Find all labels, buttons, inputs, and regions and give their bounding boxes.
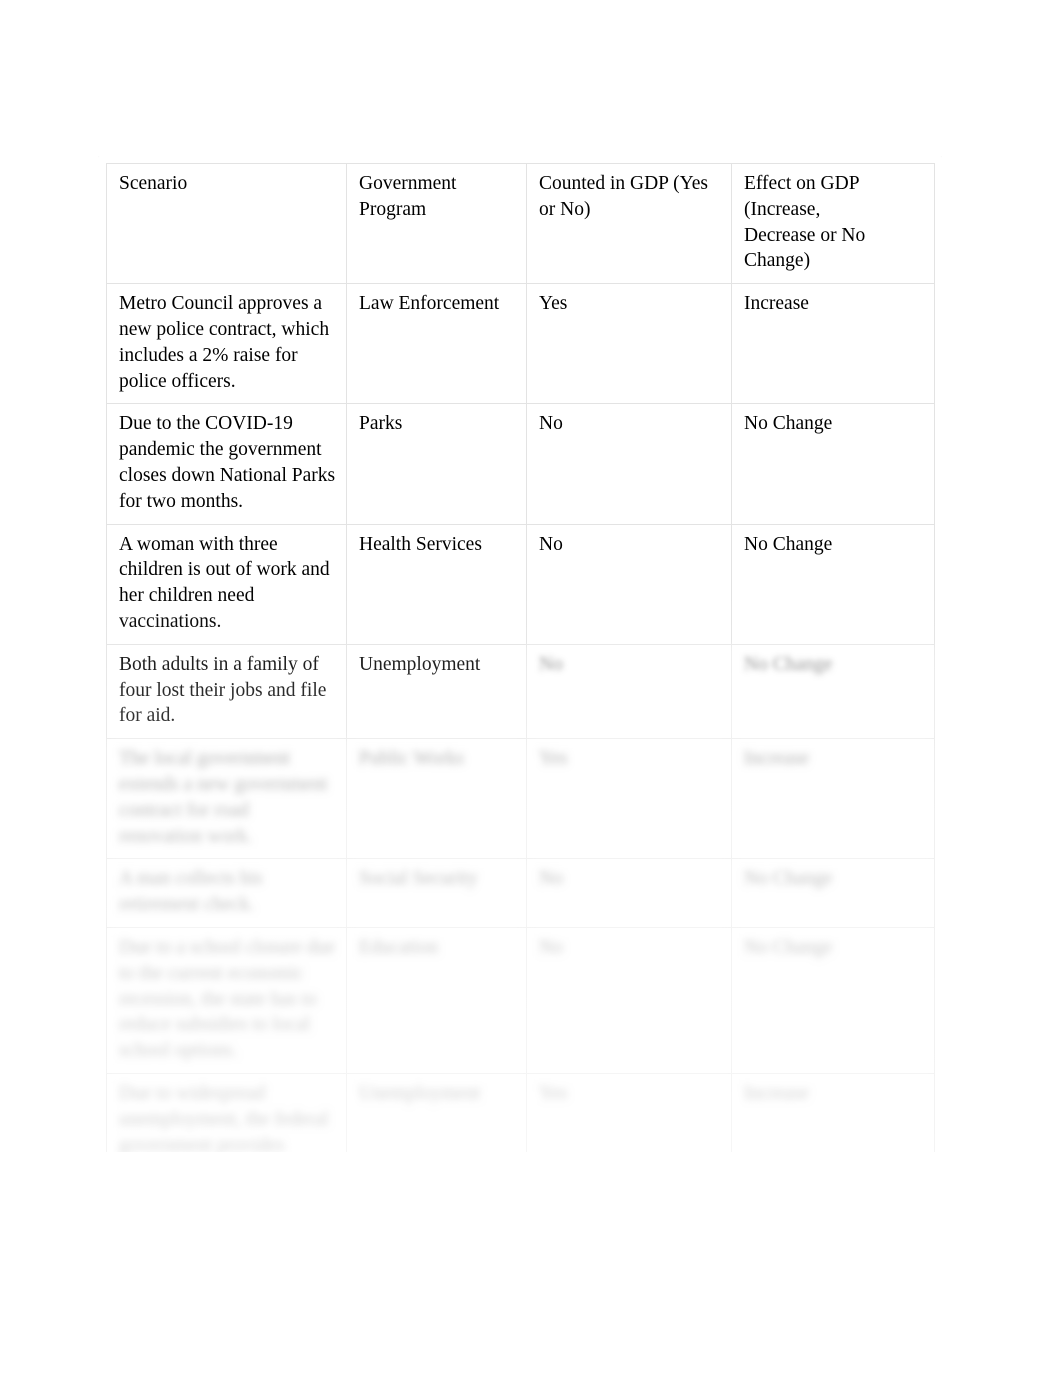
counted-text: Yes [539,748,568,770]
counted-text: No [539,868,563,890]
cell-effect: No Change [731,523,935,645]
program-text: Social Security [359,868,478,890]
counted-text: Yes [539,1082,568,1104]
program-text: Education [359,936,439,958]
cell-scenario: Due to widespread unemployment, the fede… [106,1072,347,1220]
table-row: Due to the COVID-19 pandemic the governm… [106,403,935,525]
cell-counted: No [526,403,732,525]
effect-text: No Change [744,533,833,555]
scenario-text: Due to widespread unemployment, the fede… [119,1082,329,1208]
counted-text: No [539,936,563,958]
document-page: Scenario Government Program Counted in G… [0,0,1062,1377]
cell-counted: Yes [526,738,732,860]
cell-effect: Increase [731,738,935,860]
page-top-margin [0,0,1062,156]
cell-scenario: Due to the COVID-19 pandemic the governm… [106,403,347,525]
cell-counted: Yes [526,283,732,405]
header-label-effect: Effect on GDP (Increase, Decrease or No … [744,173,866,272]
cell-program: Unemployment [346,1072,527,1220]
scenario-text: A man collects his retirement check. [119,868,263,916]
effect-text: No Change [744,413,833,435]
counted-text: Yes [539,293,568,315]
scenario-text: The local government extends a new gover… [119,748,328,847]
cell-effect: No Change [731,643,935,740]
cell-effect: No Change [731,403,935,525]
table-row: Due to widespread unemployment, the fede… [106,1072,935,1220]
cell-program: Public Works [346,738,527,860]
cell-scenario: Metro Council approves a new police cont… [106,283,347,405]
header-cell-program: Government Program [346,162,527,285]
header-label-program: Government Program [359,173,457,220]
cell-counted: No [526,858,732,928]
scenario-gdp-table: Scenario Government Program Counted in G… [106,162,935,1220]
cell-program: Health Services [346,523,527,645]
scenario-text: Due to a school closure due to the curre… [119,936,336,1062]
cell-scenario: Due to a school closure due to the curre… [106,926,347,1074]
cell-program: Unemployment [346,643,527,740]
scenario-gdp-table-container: Scenario Government Program Counted in G… [106,162,935,1220]
cell-program: Law Enforcement [346,283,527,405]
program-text: Unemployment [359,1082,481,1104]
table-row: The local government extends a new gover… [106,738,935,860]
program-text: Unemployment [359,653,481,675]
program-text: Health Services [359,533,482,555]
table-row: Both adults in a family of four lost the… [106,643,935,740]
program-text: Public Works [359,748,464,770]
cell-effect: No Change [731,858,935,928]
table-header-row: Scenario Government Program Counted in G… [106,162,935,285]
effect-text: No Change [744,868,833,890]
counted-text: No [539,533,563,555]
cell-effect: Increase [731,1072,935,1220]
cell-scenario: A woman with three children is out of wo… [106,523,347,645]
page-right-margin [942,0,1062,1377]
table-row: A man collects his retirement check. Soc… [106,858,935,928]
program-text: Parks [359,413,403,435]
header-label-counted: Counted in GDP (Yes or No) [539,173,709,220]
scenario-text: A woman with three children is out of wo… [119,533,330,632]
cell-counted: No [526,523,732,645]
cell-counted: Yes [526,1072,732,1220]
header-cell-scenario: Scenario [106,162,347,285]
effect-text: No Change [744,653,833,675]
cell-effect: Increase [731,283,935,405]
cell-scenario: Both adults in a family of four lost the… [106,643,347,740]
cell-program: Parks [346,403,527,525]
table-row: A woman with three children is out of wo… [106,523,935,645]
effect-text: No Change [744,936,833,958]
scenario-text: Due to the COVID-19 pandemic the governm… [119,413,336,512]
cell-scenario: A man collects his retirement check. [106,858,347,928]
table-row: Due to a school closure due to the curre… [106,926,935,1074]
cell-counted: No [526,926,732,1074]
effect-text: Increase [744,748,809,770]
header-cell-effect: Effect on GDP (Increase, Decrease or No … [731,162,935,285]
counted-text: No [539,413,563,435]
counted-text: No [539,653,563,675]
scenario-text: Both adults in a family of four lost the… [119,653,327,727]
table-row: Metro Council approves a new police cont… [106,283,935,405]
effect-text: Increase [744,1082,809,1104]
cell-program: Social Security [346,858,527,928]
header-label-scenario: Scenario [119,173,188,194]
effect-text: Increase [744,293,809,315]
cell-effect: No Change [731,926,935,1074]
cell-scenario: The local government extends a new gover… [106,738,347,860]
scenario-text: Metro Council approves a new police cont… [119,293,330,392]
header-cell-counted: Counted in GDP (Yes or No) [526,162,732,285]
cell-counted: No [526,643,732,740]
cell-program: Education [346,926,527,1074]
program-text: Law Enforcement [359,293,500,315]
page-left-margin [0,0,98,1377]
